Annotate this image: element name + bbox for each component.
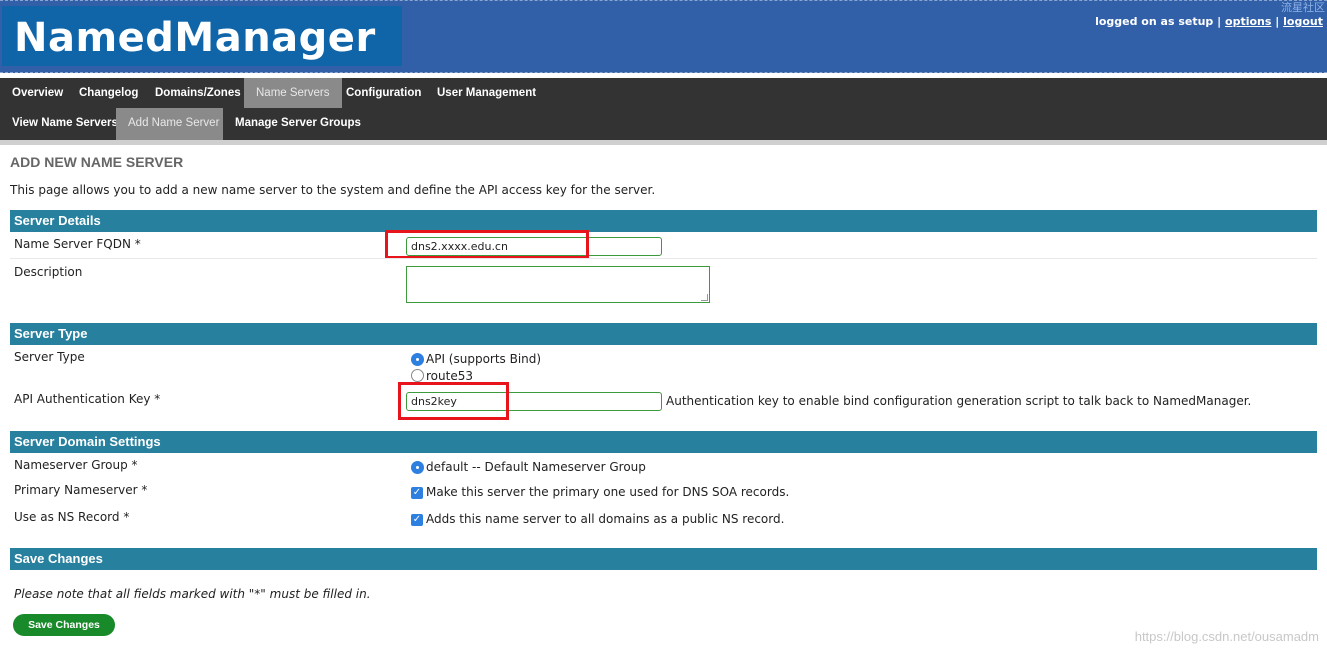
ns-record-label: Use as NS Record * xyxy=(14,510,130,524)
fqdn-label: Name Server FQDN * xyxy=(14,237,141,251)
app-logo: NamedManager xyxy=(14,15,376,61)
api-key-label: API Authentication Key * xyxy=(14,392,161,406)
ns-record-checkbox-label: Adds this name server to all domains as … xyxy=(426,512,785,526)
page: NamedManager 流星社区 logged on as setup | o… xyxy=(0,0,1327,657)
api-key-input[interactable] xyxy=(406,392,662,411)
logged-on-text: logged on as setup xyxy=(1095,15,1214,28)
subnav-view-name-servers[interactable]: View Name Servers xyxy=(0,108,130,140)
top-watermark: 流星社区 xyxy=(1281,1,1325,14)
section-save-changes: Save Changes xyxy=(10,548,1317,570)
api-key-help: Authentication key to enable bind config… xyxy=(666,394,1252,408)
secondary-nav: View Name Servers Add Name Server Manage… xyxy=(0,108,1327,140)
nav-name-servers[interactable]: Name Servers xyxy=(244,78,342,108)
app-header: NamedManager 流星社区 logged on as setup | o… xyxy=(0,0,1327,73)
separator: | xyxy=(1217,15,1222,28)
server-type-label: Server Type xyxy=(14,350,85,364)
primary-checkbox-label: Make this server the primary one used fo… xyxy=(426,485,790,499)
save-changes-button[interactable]: Save Changes xyxy=(13,614,115,636)
nav-overview[interactable]: Overview xyxy=(0,78,75,108)
separator: | xyxy=(1275,15,1280,28)
logout-link[interactable]: logout xyxy=(1283,15,1323,28)
primary-checkbox[interactable]: ✓ xyxy=(411,487,423,499)
nav-changelog[interactable]: Changelog xyxy=(67,78,150,108)
nameserver-group-label: Nameserver Group * xyxy=(14,458,138,472)
check-mark-icon: ✓ xyxy=(412,514,422,525)
radio-route53[interactable] xyxy=(411,369,424,382)
radio-default-group-label: default -- Default Nameserver Group xyxy=(426,460,646,474)
description-textarea[interactable] xyxy=(406,266,710,303)
radio-api-label: API (supports Bind) xyxy=(426,352,542,366)
nav-domains-zones[interactable]: Domains/Zones xyxy=(143,78,253,108)
fqdn-input[interactable] xyxy=(406,237,662,256)
subnav-add-name-server[interactable]: Add Name Server xyxy=(116,108,223,140)
row-divider xyxy=(10,258,1317,259)
radio-route53-label: route53 xyxy=(426,369,473,383)
subnav-manage-server-groups[interactable]: Manage Server Groups xyxy=(223,108,373,140)
page-intro: This page allows you to add a new name s… xyxy=(10,183,656,197)
radio-api[interactable] xyxy=(411,353,424,366)
nav-configuration[interactable]: Configuration xyxy=(334,78,433,108)
nav-user-management[interactable]: User Management xyxy=(425,78,548,108)
radio-default-group[interactable] xyxy=(411,461,424,474)
section-server-details: Server Details xyxy=(10,210,1317,232)
resize-grip-icon[interactable] xyxy=(701,294,708,301)
check-mark-icon: ✓ xyxy=(412,487,422,498)
section-domain-settings: Server Domain Settings xyxy=(10,431,1317,453)
user-links: logged on as setup | options | logout xyxy=(1095,15,1323,28)
section-server-type: Server Type xyxy=(10,323,1317,345)
logo-box: NamedManager xyxy=(2,6,402,66)
primary-nameserver-label: Primary Nameserver * xyxy=(14,483,148,497)
nav-divider xyxy=(0,140,1327,145)
page-title: ADD NEW NAME SERVER xyxy=(10,154,184,170)
description-label: Description xyxy=(14,265,83,279)
required-fields-note: Please note that all fields marked with … xyxy=(14,587,371,601)
bottom-watermark: https://blog.csdn.net/ousamadm xyxy=(1134,629,1319,644)
ns-record-checkbox[interactable]: ✓ xyxy=(411,514,423,526)
options-link[interactable]: options xyxy=(1225,15,1271,28)
primary-nav: Overview Changelog Domains/Zones Name Se… xyxy=(0,78,1327,108)
